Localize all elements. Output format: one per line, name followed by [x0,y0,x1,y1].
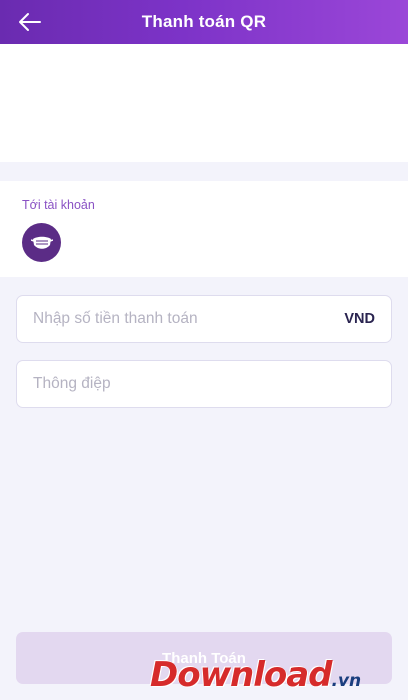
account-avatar[interactable] [22,223,61,262]
back-button[interactable] [14,6,46,38]
amount-input[interactable] [33,310,345,328]
qr-info-area [0,44,408,162]
face-mask-icon [30,236,53,249]
app-header: Thanh toán QR [0,0,408,44]
arrow-left-icon [19,13,41,31]
amount-field[interactable]: VND [16,295,392,343]
message-input[interactable] [33,375,375,393]
page-title: Thanh toán QR [141,12,267,31]
currency-label: VND [344,311,375,327]
watermark-suffix: .vn [331,671,362,691]
watermark-main: Download [150,655,332,695]
download-watermark-logo: Download.vn [150,655,361,695]
account-section: Tới tài khoản [0,181,408,277]
message-field[interactable] [16,360,392,408]
account-label: Tới tài khoản [22,198,95,212]
